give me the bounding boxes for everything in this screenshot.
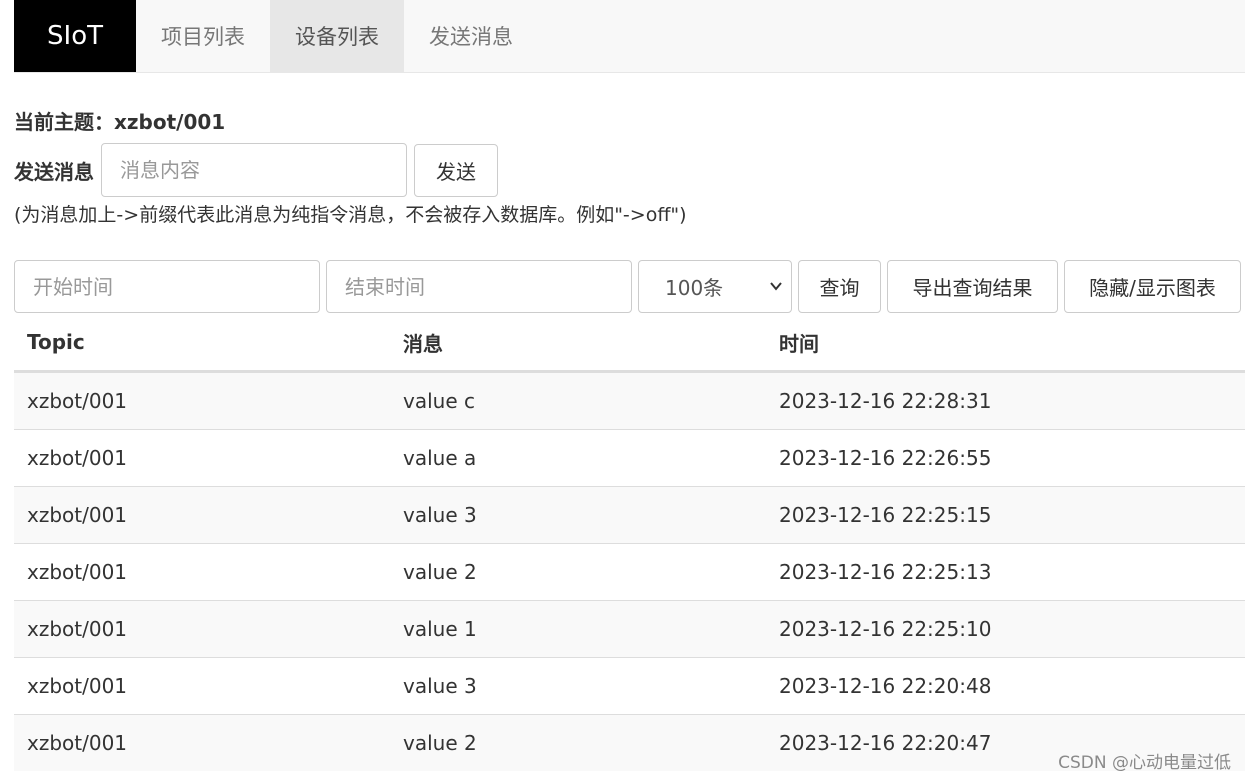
table-row: xzbot/001 value 2 2023-12-16 22:25:13 xyxy=(14,543,1245,601)
export-results-button[interactable]: 导出查询结果 xyxy=(887,260,1058,313)
start-time-input[interactable] xyxy=(14,260,320,313)
column-header-message: 消息 xyxy=(390,314,766,373)
table-header-row: Topic 消息 时间 xyxy=(14,314,1245,373)
cell-time: 2023-12-16 22:20:48 xyxy=(766,657,1245,715)
chevron-down-icon xyxy=(770,282,782,291)
end-time-input[interactable] xyxy=(326,260,632,313)
brand-logo[interactable]: SIoT xyxy=(14,0,136,72)
cell-topic: xzbot/001 xyxy=(14,429,390,487)
current-topic-label: 当前主题： xyxy=(14,110,114,134)
current-topic: 当前主题：xzbot/001 xyxy=(14,106,225,135)
cell-time: 2023-12-16 22:25:13 xyxy=(766,543,1245,601)
send-message-label: 发送消息 xyxy=(14,159,94,184)
send-message-row: 发送消息 发送 xyxy=(14,143,498,197)
csdn-watermark: CSDN @心动电量过低 xyxy=(1058,753,1231,773)
cell-message: value 1 xyxy=(390,600,766,658)
cell-time: 2023-12-16 22:28:31 xyxy=(766,371,1245,430)
current-topic-value: xzbot/001 xyxy=(114,110,226,134)
table-row: xzbot/001 value a 2023-12-16 22:26:55 xyxy=(14,429,1245,487)
top-navbar: SIoT 项目列表 设备列表 发送消息 xyxy=(14,0,1245,73)
cell-time: 2023-12-16 22:25:15 xyxy=(766,486,1245,544)
cell-message: value 2 xyxy=(390,714,766,771)
command-hint-text: (为消息加上->前缀代表此消息为纯指令消息，不会被存入数据库。例如"->off"… xyxy=(14,204,687,226)
column-header-time: 时间 xyxy=(766,314,1245,373)
cell-message: value 2 xyxy=(390,543,766,601)
column-header-topic: Topic xyxy=(14,314,390,373)
result-limit-select[interactable]: 100条 xyxy=(638,260,792,313)
message-table: Topic 消息 时间 xzbot/001 value c 2023-12-16… xyxy=(14,314,1245,771)
result-limit-value: 100条 xyxy=(665,276,724,300)
cell-message: value a xyxy=(390,429,766,487)
cell-topic: xzbot/001 xyxy=(14,714,390,771)
table-row: xzbot/001 value c 2023-12-16 22:28:31 xyxy=(14,371,1245,430)
cell-topic: xzbot/001 xyxy=(14,543,390,601)
nav-item-send-message[interactable]: 发送消息 xyxy=(404,0,538,72)
table-row: xzbot/001 value 3 2023-12-16 22:25:15 xyxy=(14,486,1245,544)
nav-item-devices[interactable]: 设备列表 xyxy=(270,0,404,72)
cell-message: value c xyxy=(390,371,766,430)
cell-message: value 3 xyxy=(390,486,766,544)
table-row: xzbot/001 value 3 2023-12-16 22:20:48 xyxy=(14,657,1245,715)
table-row: xzbot/001 value 1 2023-12-16 22:25:10 xyxy=(14,600,1245,658)
cell-topic: xzbot/001 xyxy=(14,371,390,430)
toggle-chart-button[interactable]: 隐藏/显示图表 xyxy=(1064,260,1241,313)
cell-topic: xzbot/001 xyxy=(14,486,390,544)
cell-time: 2023-12-16 22:26:55 xyxy=(766,429,1245,487)
message-content-input[interactable] xyxy=(101,143,407,197)
cell-topic: xzbot/001 xyxy=(14,657,390,715)
send-button[interactable]: 发送 xyxy=(414,143,498,197)
cell-time: 2023-12-16 22:25:10 xyxy=(766,600,1245,658)
nav-item-projects[interactable]: 项目列表 xyxy=(136,0,270,72)
cell-message: value 3 xyxy=(390,657,766,715)
cell-topic: xzbot/001 xyxy=(14,600,390,658)
query-button[interactable]: 查询 xyxy=(798,260,881,313)
